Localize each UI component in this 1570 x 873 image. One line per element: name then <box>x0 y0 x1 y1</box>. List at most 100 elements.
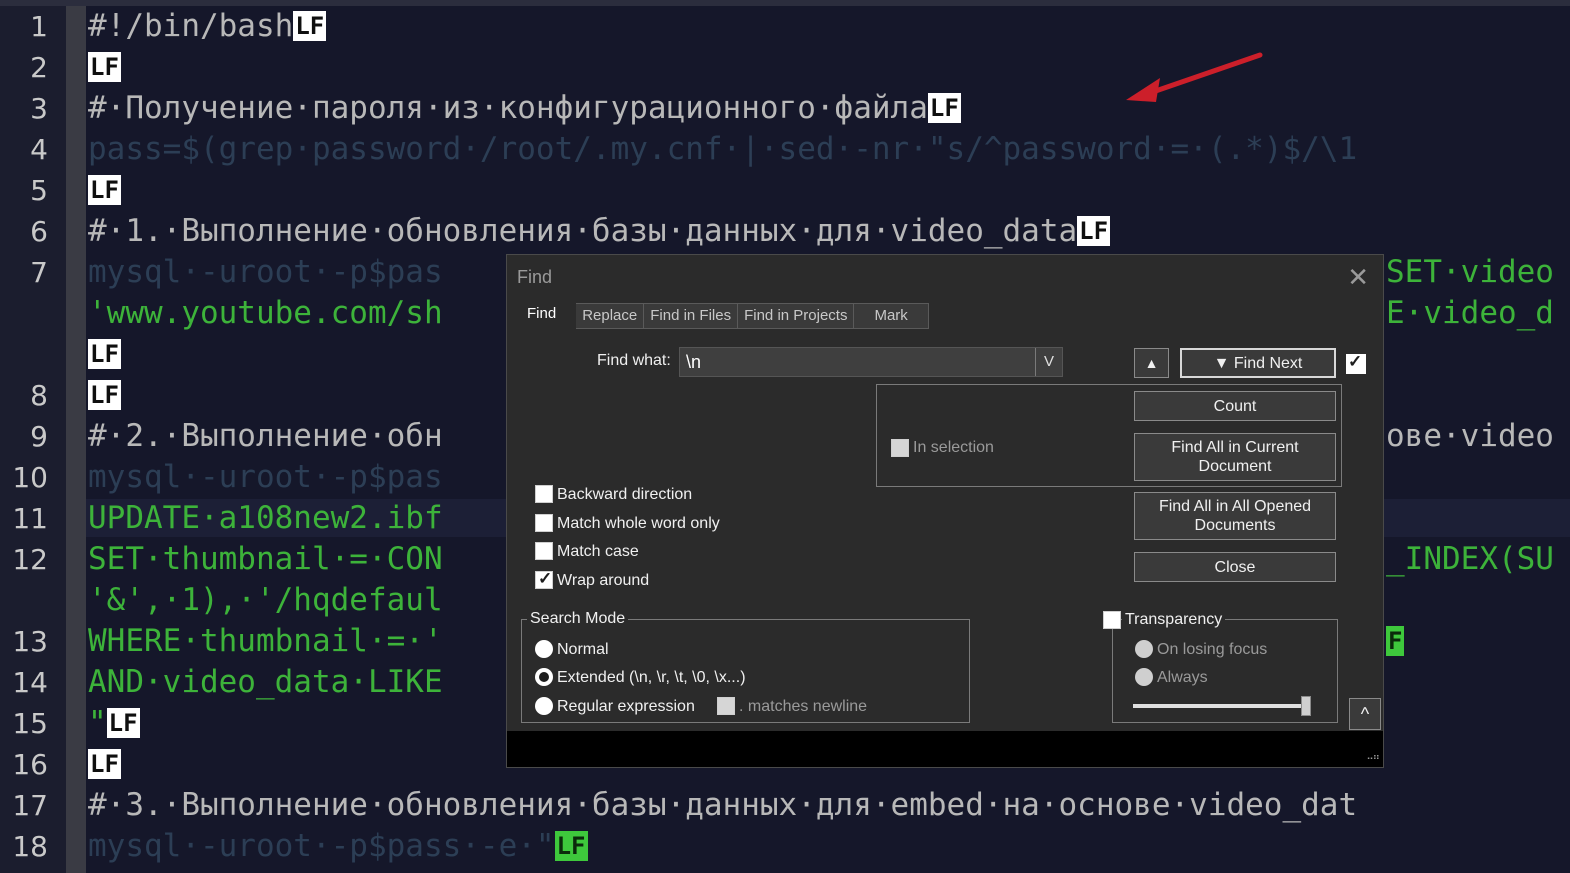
code-text: #·3.·Выполнение·обновления·базы·данных·д… <box>88 787 1358 823</box>
find-what-input[interactable]: \n V <box>679 347 1063 377</box>
code-line-12-wrap[interactable]: '&',·1),·'/hqdefaul <box>88 581 443 619</box>
eol-marker: LF <box>1077 216 1111 246</box>
two-buttons-checkbox[interactable]: ✓ <box>1346 352 1366 374</box>
tab-strip <box>0 0 1570 6</box>
code-text: 'www.youtube.com/sh <box>88 295 443 331</box>
transparency-checkbox[interactable] <box>1103 611 1121 629</box>
always-label: Always <box>1157 669 1208 686</box>
on-losing-focus-label: On losing focus <box>1157 641 1268 658</box>
code-line-7-eol[interactable]: LF <box>88 335 121 373</box>
close-button[interactable]: Close <box>1134 552 1336 582</box>
backward-direction-label: Backward direction <box>557 486 693 503</box>
eol-marker: LF <box>293 11 327 41</box>
code-text: ове·video <box>1386 418 1554 454</box>
search-mode-normal-radio[interactable] <box>535 640 553 658</box>
checkmark-icon: ✓ <box>538 569 553 588</box>
line-number: 9 <box>30 420 48 453</box>
code-line-14[interactable]: AND·video_data·LIKE <box>88 663 443 701</box>
search-mode-title: Search Mode <box>527 610 629 628</box>
match-whole-word-checkbox[interactable] <box>535 514 553 532</box>
count-button[interactable]: Count <box>1134 391 1336 421</box>
code-text: AND·video_data·LIKE <box>88 664 443 700</box>
code-text: #·2.·Выполнение·обн <box>88 418 443 454</box>
code-line-15[interactable]: "LF <box>88 704 140 742</box>
backward-direction-checkbox[interactable] <box>535 485 553 503</box>
line-number: 1 <box>30 10 48 43</box>
eol-marker: LF <box>88 339 121 369</box>
line-number: 16 <box>12 748 48 781</box>
code-line-7-wrap[interactable]: 'www.youtube.com/sh <box>88 294 443 332</box>
code-text: #!/bin/bash <box>88 8 294 44</box>
line-number: 4 <box>30 133 48 166</box>
dialog-tabs: Find Replace Find in Files Find in Proje… <box>511 301 929 329</box>
tab-mark[interactable]: Mark <box>854 303 929 329</box>
code-line-9-right: ове·video <box>1386 417 1554 455</box>
eol-marker-cut: F <box>1386 626 1405 656</box>
code-line-11[interactable]: UPDATE·a108new2.ibf <box>88 499 443 537</box>
line-number: 12 <box>12 543 48 576</box>
code-text: mysql·-uroot·-p$pass·-e·" <box>88 828 555 864</box>
code-line-4[interactable]: pass=$(grep·password·/root/.my.cnf·|·sed… <box>88 130 1357 168</box>
code-line-6[interactable]: #·1.·Выполнение·обновления·базы·данных·д… <box>88 212 1111 250</box>
eol-marker: LF <box>88 749 121 779</box>
line-number: 7 <box>30 256 48 289</box>
code-line-18[interactable]: mysql·-uroot·-p$pass·-e·"LF <box>88 827 588 865</box>
find-all-opened-documents-button[interactable]: Find All in All Opened Documents <box>1134 492 1336 540</box>
code-text: #·Получение·пароля·из·конфигурационного·… <box>88 90 928 126</box>
code-text: UPDATE·a108new2.ibf <box>88 500 443 536</box>
wrap-around-checkbox[interactable]: ✓ <box>535 569 553 589</box>
matches-newline-label: . matches newline <box>739 698 868 715</box>
code-line-12-right: _INDEX(SU <box>1386 540 1554 578</box>
in-selection-label: In selection <box>913 439 994 456</box>
match-case-checkbox[interactable] <box>535 542 553 560</box>
code-text: WHERE·thumbnail·=·' <box>88 623 443 659</box>
dialog-title: Find <box>517 267 553 287</box>
find-previous-button[interactable]: ▲ <box>1134 348 1169 378</box>
code-line-13[interactable]: WHERE·thumbnail·=·' <box>88 622 443 660</box>
code-line-17[interactable]: #·3.·Выполнение·обновления·базы·данных·д… <box>88 786 1357 824</box>
tab-replace[interactable]: Replace <box>576 303 645 329</box>
on-losing-focus-radio[interactable] <box>1135 640 1153 658</box>
find-what-value: \n <box>686 352 702 372</box>
checkmark-icon: ✓ <box>1348 352 1363 371</box>
code-text: '&',·1),·'/hqdefaul <box>88 582 443 618</box>
eol-marker: LF <box>554 831 588 861</box>
in-selection-checkbox[interactable] <box>891 439 909 457</box>
tab-find-in-projects[interactable]: Find in Projects <box>738 303 855 329</box>
code-line-8[interactable]: LF <box>88 376 121 414</box>
code-line-5[interactable]: LF <box>88 171 121 209</box>
code-line-9[interactable]: #·2.·Выполнение·обн <box>88 417 443 455</box>
chevron-down-icon[interactable]: V <box>1035 348 1062 376</box>
find-all-current-document-button[interactable]: Find All in Current Document <box>1134 433 1336 481</box>
close-icon[interactable]: ✕ <box>1347 263 1369 291</box>
code-line-10[interactable]: mysql·-uroot·-p$pas <box>88 458 443 496</box>
code-line-3[interactable]: #·Получение·пароля·из·конфигурационного·… <box>88 89 961 127</box>
tab-find[interactable]: Find <box>511 301 577 327</box>
line-number: 13 <box>12 625 48 658</box>
code-text: SET·video <box>1386 254 1554 290</box>
code-line-7[interactable]: mysql·-uroot·-p$pas <box>88 253 443 291</box>
code-line-1[interactable]: #!/bin/bashLF <box>88 7 327 45</box>
search-mode-regex-radio[interactable] <box>535 697 553 715</box>
code-text: mysql·-uroot·-p$pas <box>88 254 443 290</box>
matches-newline-checkbox[interactable] <box>717 697 735 715</box>
line-number: 8 <box>30 379 48 412</box>
line-number: 11 <box>12 502 48 535</box>
transparency-title: Transparency <box>1122 611 1226 629</box>
tab-find-in-files[interactable]: Find in Files <box>644 303 739 329</box>
search-mode-extended-radio[interactable] <box>535 668 553 686</box>
transparency-slider[interactable] <box>1133 704 1303 708</box>
find-next-button[interactable]: ▼ Find Next <box>1180 348 1336 378</box>
line-number: 2 <box>30 51 48 84</box>
eol-marker: LF <box>88 52 121 82</box>
line-number: 17 <box>12 789 48 822</box>
code-line-16[interactable]: LF <box>88 745 121 783</box>
code-line-2[interactable]: LF <box>88 48 121 86</box>
transparency-slider-thumb[interactable] <box>1301 696 1311 716</box>
always-radio[interactable] <box>1135 668 1153 686</box>
resize-grip-icon[interactable]: ⠤⠶ <box>1366 753 1380 763</box>
code-line-12[interactable]: SET·thumbnail·=·CON <box>88 540 443 578</box>
line-number: 5 <box>30 174 48 207</box>
collapse-button[interactable]: ^ <box>1349 698 1381 730</box>
code-text: _INDEX(SU <box>1386 541 1554 577</box>
